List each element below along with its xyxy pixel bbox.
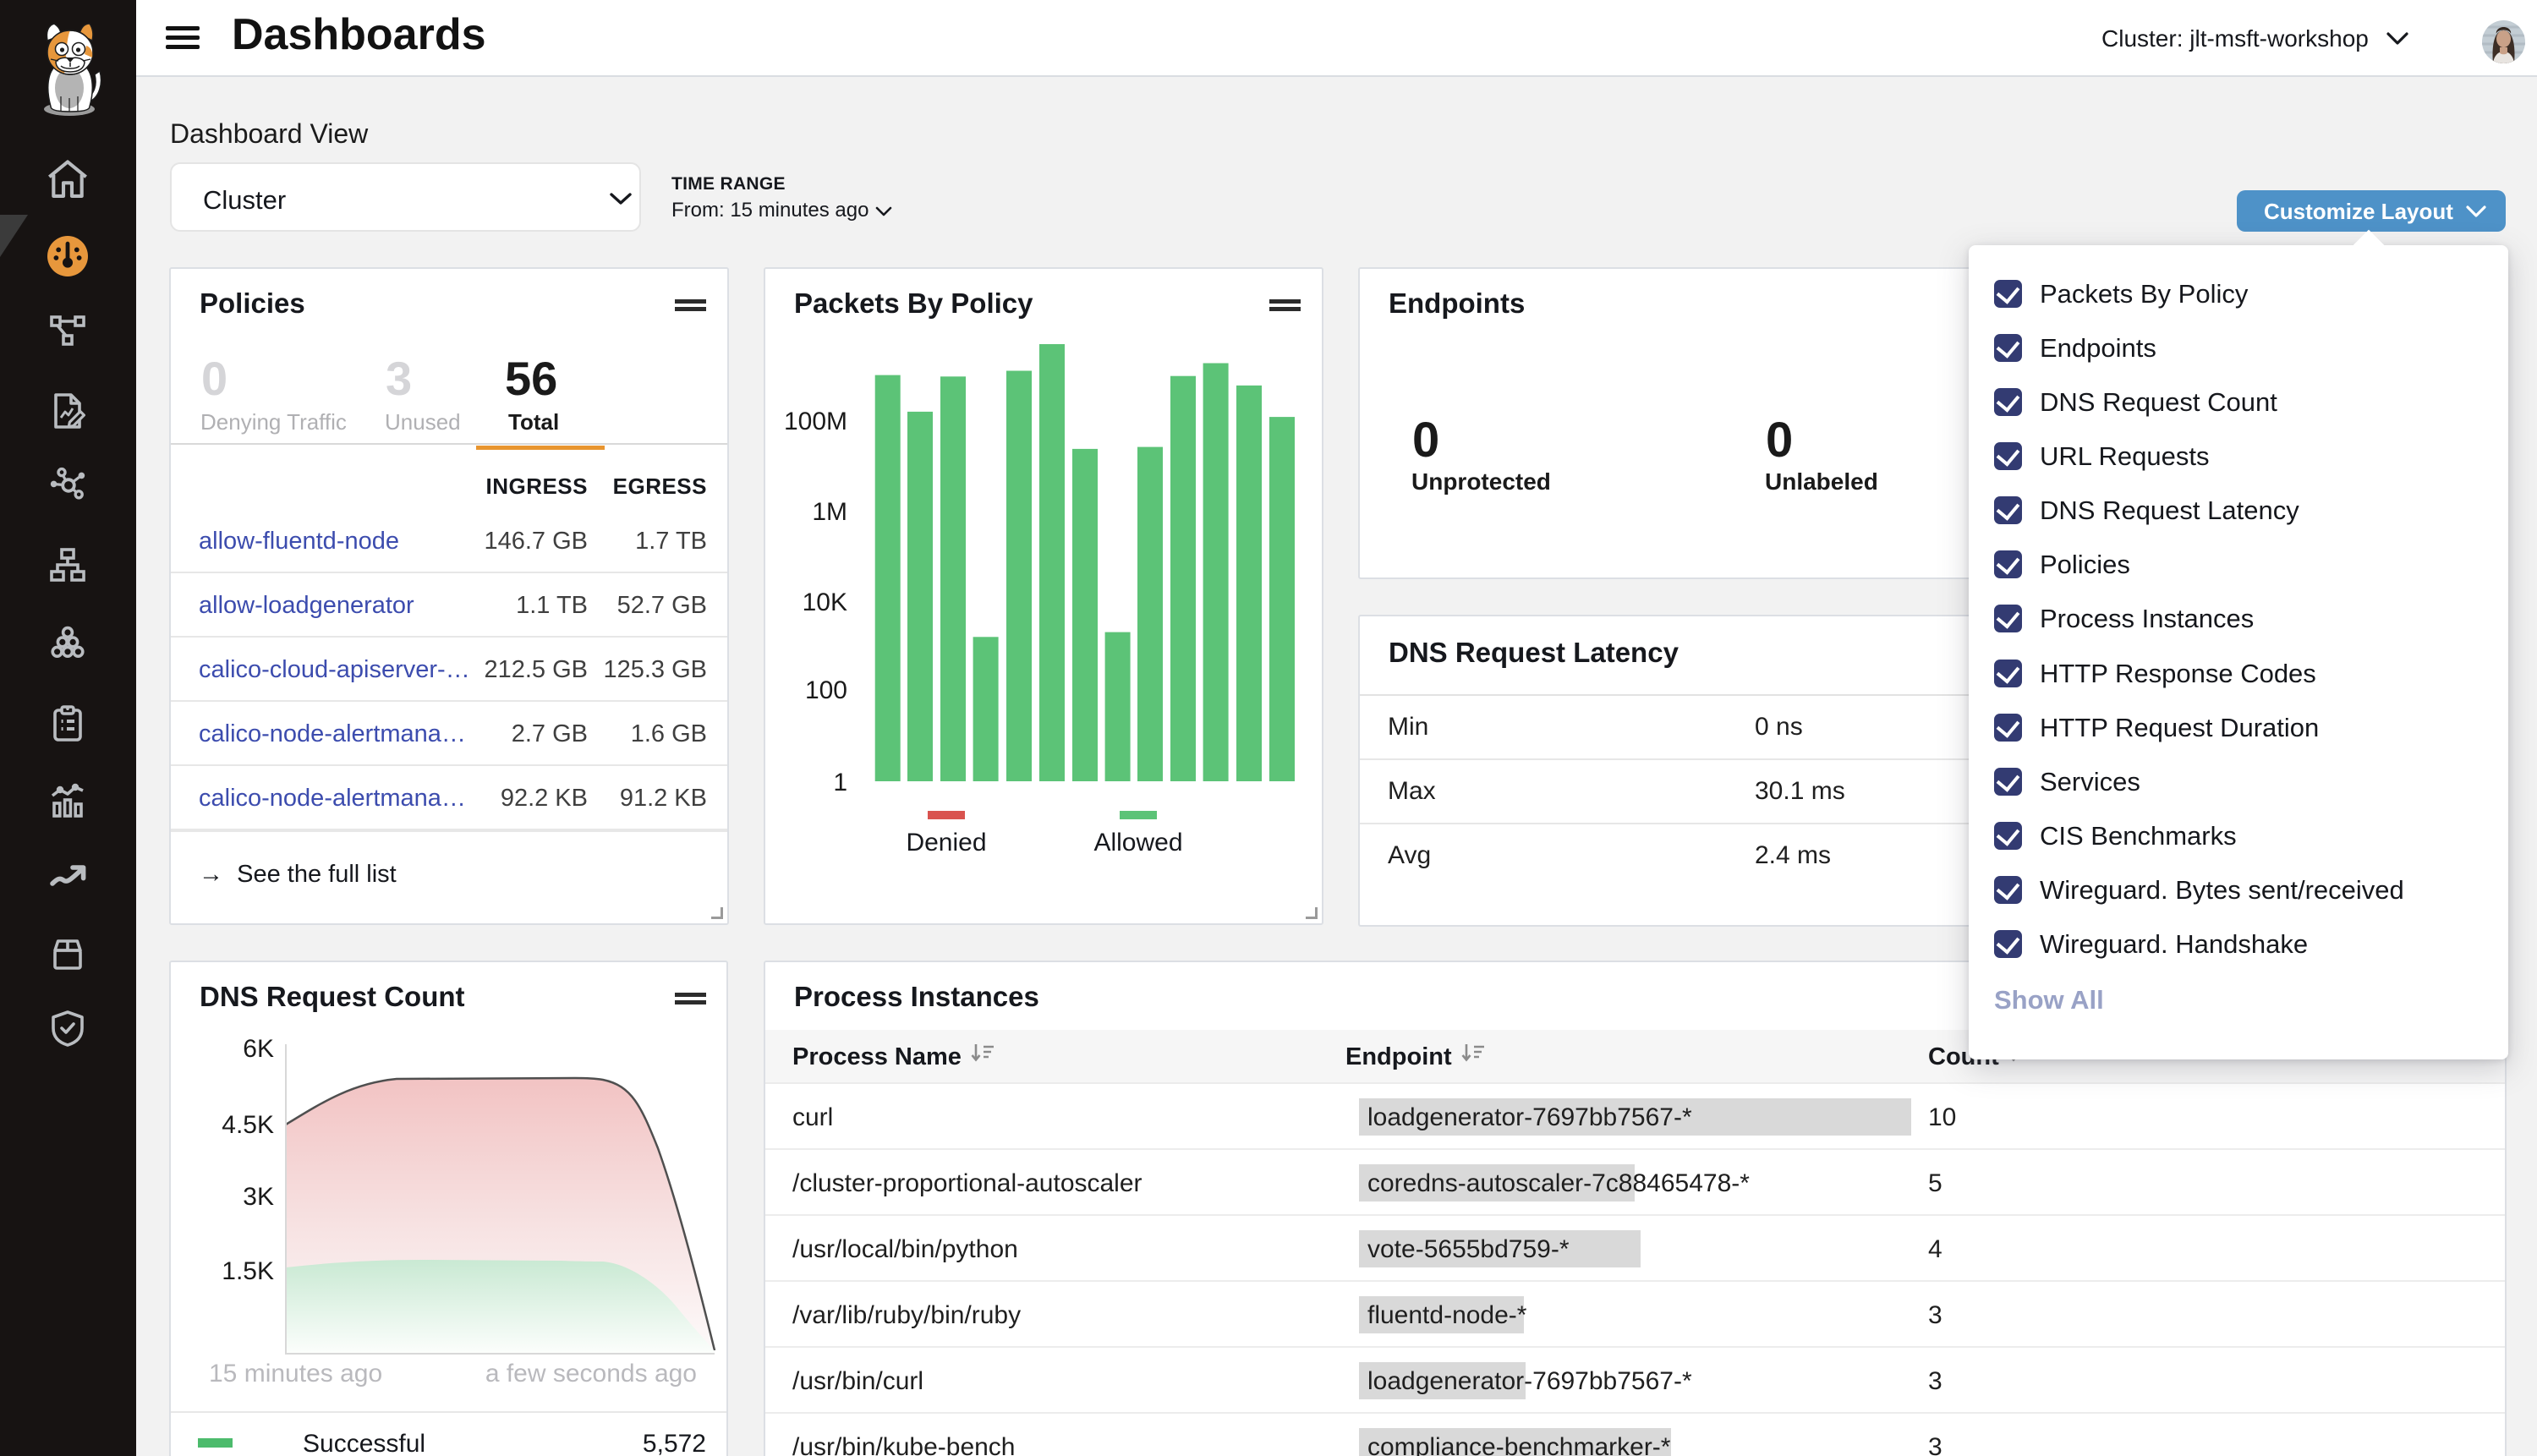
svg-text:1.5K: 1.5K — [222, 1257, 274, 1285]
svg-text:15 minutes ago: 15 minutes ago — [209, 1360, 382, 1388]
svg-text:100: 100 — [805, 676, 847, 704]
svg-text:6K: 6K — [243, 1035, 274, 1063]
svg-text:a few seconds ago: a few seconds ago — [485, 1360, 697, 1388]
svg-text:3K: 3K — [243, 1183, 274, 1211]
svg-text:5,572: 5,572 — [643, 1430, 706, 1456]
svg-text:100M: 100M — [784, 408, 847, 435]
svg-text:10K: 10K — [803, 588, 847, 616]
svg-text:1: 1 — [833, 769, 847, 796]
svg-text:Denied: Denied — [906, 829, 986, 857]
svg-text:4.5K: 4.5K — [222, 1111, 274, 1139]
svg-text:Allowed: Allowed — [1093, 829, 1182, 857]
svg-text:1M: 1M — [812, 498, 847, 526]
svg-text:Successful: Successful — [303, 1430, 425, 1456]
